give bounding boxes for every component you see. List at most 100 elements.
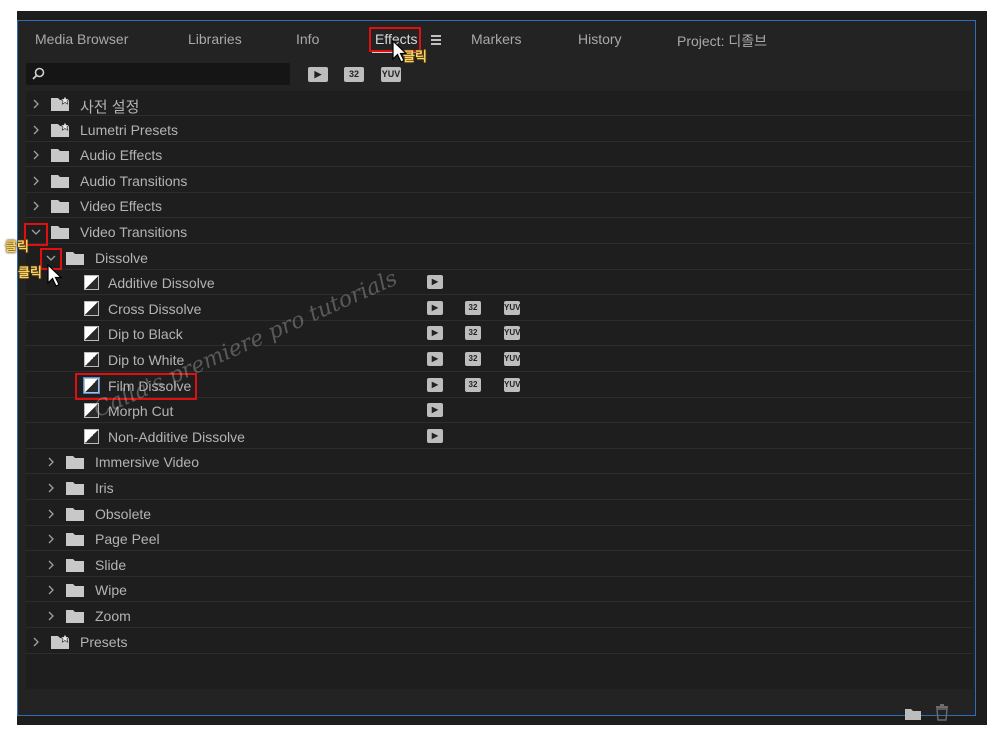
preset-bin-icon xyxy=(51,122,70,137)
32bit-badge-icon: 32 xyxy=(465,377,481,392)
yuv-filter-button[interactable]: YUV xyxy=(381,67,401,82)
tree-item-label: Dip to Black xyxy=(108,326,183,343)
32bit-color-filter-button[interactable]: 32 xyxy=(344,67,364,82)
tree-folder-row[interactable]: Slide xyxy=(26,552,973,577)
tab-libraries[interactable]: Libraries xyxy=(188,31,242,47)
tree-item-label: Iris xyxy=(95,480,114,496)
tree-folder-row[interactable]: Video Transitions xyxy=(26,219,973,244)
chevron-right-icon[interactable] xyxy=(46,483,56,493)
folder-icon xyxy=(51,200,69,214)
tree-item-label: Wipe xyxy=(95,582,127,599)
mouse-cursor-icon xyxy=(392,40,408,63)
folder-icon xyxy=(66,558,84,572)
tab-info[interactable]: Info xyxy=(296,31,319,47)
transition-icon xyxy=(84,352,99,367)
tree-item-label: Lumetri Presets xyxy=(80,121,179,138)
32bit-badge-icon: 32 xyxy=(465,300,481,315)
chevron-right-icon[interactable] xyxy=(46,534,56,544)
tree-folder-row[interactable]: Video Effects xyxy=(26,193,973,219)
yuv-badge-icon: YUV xyxy=(504,352,520,366)
tree-folder-row[interactable]: Obsolete xyxy=(26,501,973,526)
chevron-right-icon[interactable] xyxy=(46,509,56,519)
tree-item-label: Non-Additive Dissolve xyxy=(108,428,245,445)
chevron-right-icon[interactable] xyxy=(31,99,41,109)
accelerated-effect-badge-icon: ▶ xyxy=(427,352,443,366)
tree-item-label: Page Peel xyxy=(95,531,160,548)
effect-item[interactable]: Non-Additive Dissolve ▶ xyxy=(26,424,973,449)
tab-markers[interactable]: Markers xyxy=(471,31,522,47)
chevron-right-icon[interactable] xyxy=(46,457,56,467)
chevron-right-icon[interactable] xyxy=(31,176,41,186)
tab-project[interactable]: Project: 디졸브 xyxy=(677,31,767,51)
transition-icon xyxy=(84,326,99,342)
chevron-right-icon[interactable] xyxy=(46,611,56,621)
chevron-right-icon[interactable] xyxy=(31,637,41,647)
tree-folder-row[interactable]: Page Peel xyxy=(26,526,973,552)
tree-folder-row[interactable]: Presets xyxy=(26,629,973,654)
accelerated-effect-badge-icon: ▶ xyxy=(427,300,443,315)
32bit-badge-icon: 32 xyxy=(465,326,481,341)
tree-item-label: Audio Transitions xyxy=(80,172,188,189)
transition-icon xyxy=(84,300,99,316)
panel-tab-bar: Media Browser Libraries Info Effects Mar… xyxy=(18,21,975,61)
folder-icon xyxy=(51,174,69,188)
tree-item-label: Video Transitions xyxy=(80,224,188,240)
tree-item-label: Audio Effects xyxy=(80,147,163,164)
tree-item-label: Immersive Video xyxy=(95,454,200,471)
tree-item-label: Obsolete xyxy=(95,505,152,522)
new-bin-icon[interactable] xyxy=(904,707,922,721)
accelerated-effect-badge-icon: ▶ xyxy=(427,326,443,341)
folder-icon xyxy=(66,482,84,495)
accelerated-effect-badge-icon: ▶ xyxy=(427,428,443,443)
preset-bin-icon xyxy=(51,634,70,649)
effect-item[interactable]: Dip to Black ▶ 32 YUV xyxy=(26,321,973,347)
panel-menu-icon[interactable] xyxy=(431,35,441,45)
chevron-right-icon[interactable] xyxy=(31,201,41,211)
accelerated-effect-badge-icon: ▶ xyxy=(427,275,443,290)
tree-folder-row[interactable]: 사전 설정 xyxy=(26,91,973,116)
yuv-badge-icon: YUV xyxy=(504,300,520,315)
tree-folder-row[interactable]: Lumetri Presets xyxy=(26,117,973,142)
search-icon xyxy=(32,67,45,80)
tree-item-label: Video Effects xyxy=(80,198,162,215)
effect-item[interactable]: Morph Cut ▶ xyxy=(26,398,973,424)
tree-item-label: Slide xyxy=(95,556,127,573)
mouse-cursor-icon xyxy=(47,264,63,287)
tree-folder-row[interactable]: Zoom xyxy=(26,603,973,628)
tree-folder-row[interactable]: Audio Effects xyxy=(26,142,973,168)
chevron-right-icon[interactable] xyxy=(46,560,56,570)
tree-folder-row[interactable]: Iris xyxy=(26,475,973,500)
tree-folder-row[interactable]: Dissolve xyxy=(26,245,973,270)
tree-folder-row[interactable]: Audio Transitions xyxy=(26,168,973,193)
folder-icon xyxy=(66,533,84,547)
yuv-badge-icon: YUV xyxy=(504,377,520,392)
accelerated-effect-badge-icon: ▶ xyxy=(427,377,443,392)
tree-item-label: Dissolve xyxy=(95,249,148,266)
effect-item[interactable]: Additive Dissolve ▶ xyxy=(26,270,973,296)
tree-folder-row[interactable]: Wipe xyxy=(26,577,973,603)
chevron-right-icon[interactable] xyxy=(46,585,56,595)
chevron-right-icon[interactable] xyxy=(31,125,41,135)
tab-history[interactable]: History xyxy=(578,31,622,47)
chevron-right-icon[interactable] xyxy=(31,150,41,160)
accelerated-effects-filter-button[interactable]: ▶ xyxy=(308,67,328,82)
folder-icon xyxy=(66,251,84,265)
transition-icon xyxy=(84,428,99,444)
effect-item[interactable]: Cross Dissolve ▶ 32 YUV xyxy=(26,296,973,321)
folder-icon xyxy=(66,584,84,598)
search-input[interactable] xyxy=(50,65,288,85)
accelerated-effect-badge-icon: ▶ xyxy=(427,403,443,418)
effects-search-box[interactable] xyxy=(26,63,290,85)
folder-icon xyxy=(51,226,69,239)
yuv-badge-icon: YUV xyxy=(504,326,520,341)
tree-folder-row[interactable]: Immersive Video xyxy=(26,449,973,475)
tree-item-label: Additive Dissolve xyxy=(108,275,215,292)
tree-item-label: Cross Dissolve xyxy=(108,300,202,317)
folder-icon xyxy=(66,610,84,623)
tree-item-label: Zoom xyxy=(95,608,131,624)
tab-media-browser[interactable]: Media Browser xyxy=(35,31,128,47)
delete-trash-icon[interactable] xyxy=(935,704,949,721)
click-annotation-video-transitions: 클릭 xyxy=(5,239,29,254)
tree-item-label: Presets xyxy=(80,633,128,650)
32bit-badge-icon: 32 xyxy=(465,352,481,366)
